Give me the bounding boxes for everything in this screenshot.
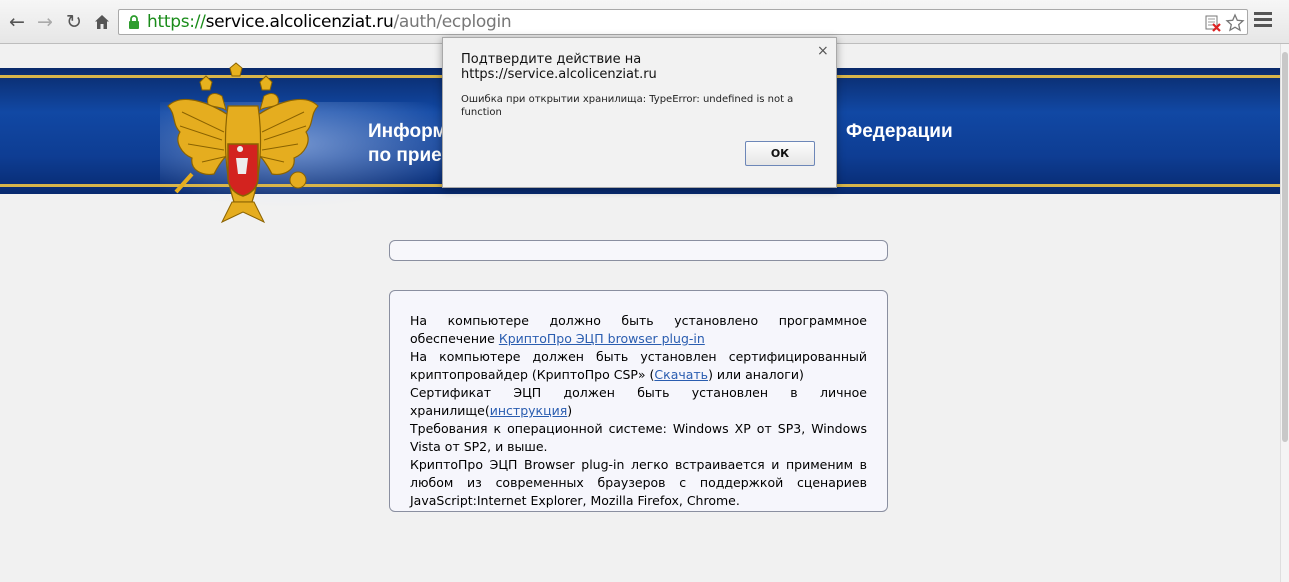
star-icon[interactable] [1225,13,1245,33]
vertical-scrollbar[interactable] [1280,44,1289,582]
back-arrow-icon[interactable]: ← [5,10,29,34]
menu-icon[interactable] [1254,12,1272,30]
reload-icon[interactable]: ↻ [62,10,86,34]
banner-title-line2: по прие [368,145,442,166]
dialog-title: Подтвердите действие на https://service.… [461,52,657,82]
requirement-browsers: КриптоПро ЭЦП Browser plug-in легко встр… [410,457,867,508]
home-icon[interactable] [90,10,114,34]
requirement-plugin: На компьютере должно быть установлено пр… [410,312,867,348]
ok-button[interactable]: ОК [745,141,815,166]
url-path: /auth/ecplogin [393,12,512,32]
lock-icon[interactable] [126,14,142,30]
banner-title: Информ по прие [368,120,447,168]
close-icon[interactable]: × [817,43,829,59]
coat-of-arms-emblem [167,62,319,224]
scrollbar-thumb[interactable] [1282,52,1288,442]
instruction-link[interactable]: инструкция [490,403,567,418]
url-text: https://service.alcolicenziat.ru/auth/ec… [147,12,512,32]
cryptopro-plugin-link[interactable]: КриптоПро ЭЦП browser plug-in [499,331,705,346]
banner-title-line1: Информ [368,121,447,142]
blocked-plugin-icon[interactable] [1203,13,1223,33]
requirement-certificate-tail: ) [567,403,573,418]
confirm-dialog: Подтвердите действие на https://service.… [442,37,837,188]
url-scheme: https [147,12,190,32]
url-host: service.alcolicenziat.ru [205,12,394,32]
requirement-csp-tail: ) или аналоги) [708,367,804,382]
requirements-box: На компьютере должно быть установлено пр… [389,290,888,512]
url-separator: :// [189,12,206,32]
requirement-certificate-text: Сертификат ЭЦП должен быть установлен в … [410,385,867,418]
dialog-message: Ошибка при открытии хранилища: TypeError… [461,94,794,118]
banner-title-right: Федерации [846,121,953,142]
requirement-csp: На компьютере должен быть установлен сер… [410,348,867,384]
forward-arrow-icon[interactable]: → [33,10,57,34]
status-bar-box [389,240,888,261]
address-bar[interactable]: https://service.alcolicenziat.ru/auth/ec… [118,9,1248,35]
download-link[interactable]: Скачать [654,367,708,382]
requirement-certificate: Сертификат ЭЦП должен быть установлен в … [410,384,867,420]
requirement-os: Требования к операционной системе: Windo… [410,421,867,454]
